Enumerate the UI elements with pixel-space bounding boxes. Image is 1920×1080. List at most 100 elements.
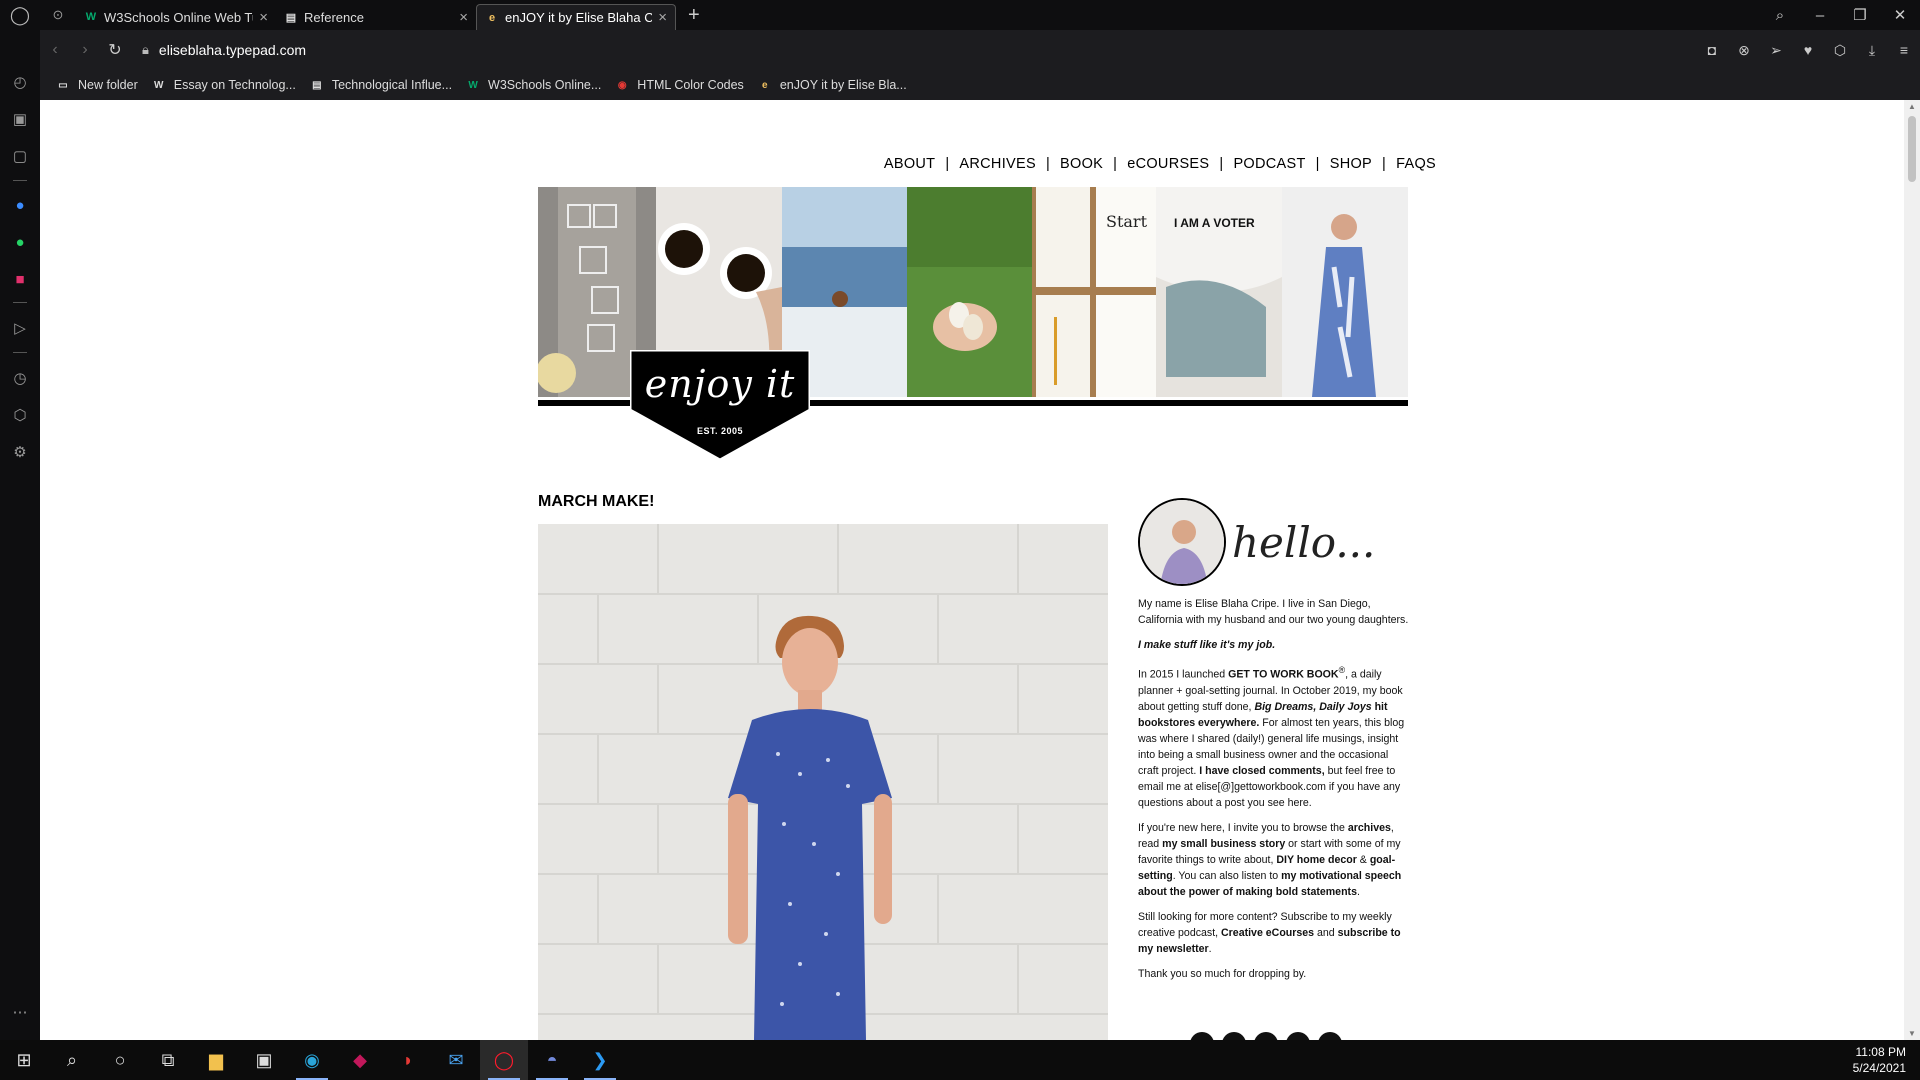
menu-icon[interactable]: ≡ [1894,42,1914,59]
hello-heading: hello... [1232,518,1376,567]
forward-icon[interactable]: › [70,41,100,59]
tab-enjoy-it[interactable]: e enJOY it by Elise Blaha Crip × [476,4,676,30]
nav-link-archives[interactable]: ARCHIVES [959,156,1036,172]
extensions-icon[interactable]: ⬡ [1830,42,1850,59]
tab-search-icon[interactable]: ⊙ [40,7,76,23]
tab-reference[interactable]: ▤ Reference × [276,4,476,30]
social-twitter-icon[interactable] [1286,1032,1310,1040]
bookmark-label: HTML Color Codes [637,78,744,92]
lock-icon[interactable]: 🔒︎ [142,42,149,58]
close-window-icon[interactable]: ✕ [1880,6,1920,24]
bookmark-item[interactable]: ▤ Technological Influe... [310,78,452,92]
twitch-icon[interactable]: ▢ [8,144,32,168]
bookmark-item[interactable]: W W3Schools Online... [466,78,601,92]
instagram-icon[interactable]: ■ [8,267,32,291]
new-tab-button[interactable]: + [688,4,700,27]
search-tabs-icon[interactable]: ⌕ [1760,7,1800,24]
tab-bar: ◯ ⊙ W W3Schools Online Web Tut × ▤ Refer… [0,0,1920,30]
nav-link-about[interactable]: ABOUT [884,156,935,172]
nav-separator: | [1219,156,1224,172]
scroll-up-icon[interactable]: ▲ [1904,102,1920,111]
logo-established: EST. 2005 [696,426,744,436]
restore-icon[interactable]: ❐ [1840,6,1880,24]
more-icon[interactable]: ⋯ [8,1000,32,1024]
svg-text:I AM A VOTER: I AM A VOTER [1174,216,1255,230]
author-avatar [1138,498,1226,586]
close-tab-icon[interactable]: × [259,9,268,26]
bookmarks-bar: ▭ New folder W Essay on Technolog... ▤ Techno… [40,70,1920,100]
sidebar-separator [13,352,27,353]
bookmark-item[interactable]: ◉ HTML Color Codes [615,78,744,92]
system-clock[interactable]: 11:08 PM 5/24/2021 [1853,1044,1906,1076]
url-field[interactable]: eliseblaha.typepad.com [159,42,306,58]
store-icon[interactable]: ▣ [240,1040,288,1080]
tab-w3schools[interactable]: W W3Schools Online Web Tut × [76,4,276,30]
nav-link-faqs[interactable]: FAQS [1396,156,1436,172]
windows-taskbar: ⊞ ⌕ ○ ⧉ ▆ ▣ ◉ ◆ ◗ ✉ ◯ ◓ ❯ 11:08 PM 5/24/… [0,1040,1920,1080]
get-to-work-book-link[interactable]: GET TO WORK BOOK [1228,669,1338,681]
page-viewport: ABOUT | ARCHIVES | BOOK | eCOURSES | PODCAST | SHO… [40,100,1920,1040]
file-explorer-icon[interactable]: ▆ [192,1040,240,1080]
extensions-sidebar-icon[interactable]: ⬡ [8,403,32,427]
nav-link-podcast[interactable]: PODCAST [1233,156,1305,172]
bookmark-item[interactable]: W Essay on Technolog... [152,78,296,92]
send-icon[interactable]: ➢ [1766,42,1786,59]
social-instagram-icon[interactable] [1190,1032,1214,1040]
nav-separator: | [1315,156,1320,172]
download-icon[interactable]: ⤓ [1862,42,1882,59]
document-favicon-icon: ▤ [285,11,297,24]
whatsapp-icon[interactable]: ● [8,230,32,254]
close-tab-icon[interactable]: × [459,9,468,26]
opera-logo-icon[interactable]: ◯ [0,0,40,30]
history-icon[interactable]: ◷ [8,366,32,390]
search-icon[interactable]: ⌕ [48,1040,96,1080]
creative-ecourses-link[interactable]: Creative eCourses [1221,927,1314,939]
cortana-icon[interactable]: ○ [96,1040,144,1080]
social-email-icon[interactable] [1318,1032,1342,1040]
nav-link-book[interactable]: BOOK [1060,156,1103,172]
nav-separator: | [1113,156,1118,172]
page-scrollbar[interactable]: ▲ ▼ [1904,100,1920,1040]
nav-link-ecourses[interactable]: eCOURSES [1127,156,1209,172]
post-title[interactable]: MARCH MAKE! [538,493,654,511]
speed-dial-icon[interactable]: ◴ [8,70,32,94]
heart-icon[interactable]: ♥ [1798,42,1818,59]
vivaldi-icon[interactable]: ◆ [336,1040,384,1080]
snapshot-icon[interactable]: ◘ [1702,42,1722,59]
diy-home-decor-link[interactable]: DIY home decor [1276,854,1356,866]
post-photo [538,524,1108,1040]
bookmark-label: W3Schools Online... [488,78,602,92]
bookmark-item[interactable]: ▭ New folder [56,78,137,92]
social-pinterest-icon[interactable] [1254,1032,1278,1040]
edge-icon[interactable]: ◉ [288,1040,336,1080]
player-icon[interactable]: ▷ [8,316,32,340]
back-icon[interactable]: ‹ [40,41,70,59]
about-thanks: Thank you so much for dropping by. [1138,967,1307,980]
about-paragraph: If you're new here, I invite you to brow… [1138,821,1402,898]
vscode-icon[interactable]: ❯ [576,1040,624,1080]
task-view-icon[interactable]: ⧉ [144,1040,192,1080]
archives-link[interactable]: archives [1348,822,1391,834]
messenger-icon[interactable]: ● [8,193,32,217]
banner-photo-dress [1282,187,1408,397]
opera-taskbar-icon[interactable]: ◯ [480,1040,528,1080]
close-tab-icon[interactable]: × [658,9,667,26]
bag-icon[interactable]: ▣ [8,107,32,131]
bookmark-item[interactable]: e enJOY it by Elise Bla... [758,78,907,92]
scrollbar-thumb[interactable] [1908,116,1916,182]
small-business-story-link[interactable]: my small business story [1162,838,1285,850]
game-app-icon[interactable]: ◗ [384,1040,432,1080]
social-facebook-icon[interactable] [1222,1032,1246,1040]
big-dreams-link[interactable]: Big Dreams, Daily Joys [1254,701,1371,713]
tab-title: Reference [304,9,364,25]
nav-link-shop[interactable]: SHOP [1330,156,1372,172]
svg-text:Start: Start [1106,212,1148,231]
scroll-down-icon[interactable]: ▼ [1904,1029,1920,1038]
discord-icon[interactable]: ◓ [528,1040,576,1080]
reload-icon[interactable]: ↻ [100,40,130,60]
settings-icon[interactable]: ⚙ [8,440,32,464]
windows-start-icon[interactable]: ⊞ [0,1040,48,1080]
adblock-icon[interactable]: ⊗ [1734,42,1754,59]
minimize-icon[interactable]: – [1800,7,1840,24]
mail-icon[interactable]: ✉ [432,1040,480,1080]
